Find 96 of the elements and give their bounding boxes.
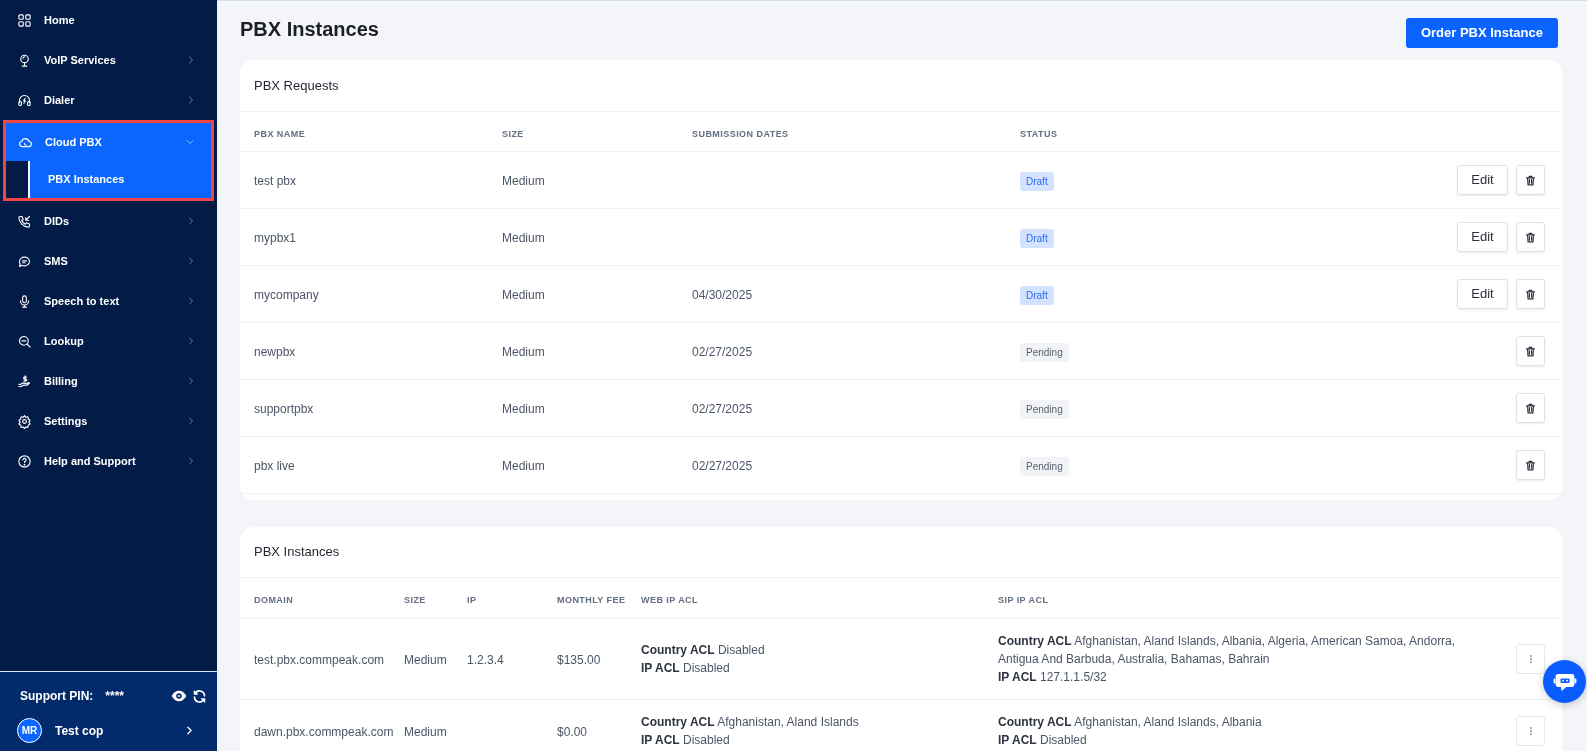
order-pbx-button[interactable]: Order PBX Instance [1405, 18, 1558, 48]
sidebar-item[interactable]: Settings [0, 401, 217, 441]
sidebar-subitem[interactable]: PBX Instances [28, 161, 211, 198]
sidebar-item[interactable]: Billing [0, 361, 217, 401]
sidebar-item[interactable]: VoIP Services [0, 40, 217, 80]
edit-button[interactable]: Edit [1457, 279, 1508, 309]
lightbulb-icon [17, 52, 32, 68]
status-badge: Pending [1020, 343, 1069, 362]
date-cell: 02/27/2025 [692, 402, 753, 416]
sidebar-item[interactable]: Cloud PBX [6, 123, 211, 161]
size-cell: Medium [502, 231, 545, 245]
monthly-fee-cell: $0.00 [557, 725, 588, 739]
refresh-pin-button[interactable] [192, 688, 207, 704]
show-pin-button[interactable] [171, 688, 187, 704]
date-cell: 02/27/2025 [692, 459, 753, 473]
delete-button[interactable] [1516, 222, 1545, 252]
acl-entry: IP ACL Disabled [998, 732, 1088, 749]
trash-icon [1524, 230, 1537, 244]
trash-icon [1524, 344, 1537, 358]
sidebar-item[interactable]: Lookup [0, 321, 217, 361]
column-header: SUBMISSION DATES [692, 128, 789, 139]
pbx-name-cell: test pbx [254, 174, 297, 188]
sidebar-item[interactable]: Home [0, 0, 217, 40]
delete-button[interactable] [1516, 165, 1545, 195]
size-cell: Medium [404, 725, 447, 739]
domain-cell: dawn.pbx.commpeak.com [254, 725, 394, 739]
user-name: Test cop [55, 722, 104, 740]
ip-cell: 1.2.3.4 [467, 653, 504, 667]
pbx-name-cell: mycompany [254, 288, 319, 302]
column-header: WEB IP ACL [641, 595, 698, 605]
support-pin-label: Support PIN: [20, 688, 94, 705]
column-header: MONTHLY FEE [557, 595, 626, 605]
grid-icon [17, 12, 32, 28]
size-cell: Medium [502, 345, 545, 359]
trash-icon [1524, 173, 1537, 187]
size-cell: Medium [502, 459, 545, 473]
delete-button[interactable] [1516, 336, 1545, 366]
refresh-icon [192, 688, 207, 704]
sidebar-item[interactable]: Dialer [0, 80, 217, 120]
domain-cell: test.pbx.commpeak.com [254, 653, 385, 667]
card-title: PBX Instances [254, 543, 340, 562]
hand-dollar-icon [17, 373, 32, 389]
column-header: SIP IP ACL [998, 595, 1049, 605]
trash-icon [1524, 458, 1537, 472]
status-badge: Pending [1020, 457, 1069, 476]
delete-button[interactable] [1516, 450, 1545, 480]
column-header: SIZE [404, 595, 426, 605]
support-pin-value: **** [105, 688, 124, 705]
size-cell: Medium [502, 174, 545, 188]
column-header: PBX NAME [254, 128, 306, 139]
sidebar-item[interactable]: Speech to text [0, 281, 217, 321]
edit-button[interactable]: Edit [1457, 165, 1508, 195]
pbx-name-cell: supportpbx [254, 402, 314, 416]
column-header: DOMAIN [254, 595, 294, 605]
eye-icon [171, 688, 187, 704]
card-title: PBX Requests [254, 76, 339, 95]
trash-icon [1524, 401, 1537, 415]
pbx-name-cell: newpbx [254, 345, 296, 359]
column-header: SIZE [502, 128, 524, 139]
status-badge: Draft [1020, 229, 1054, 248]
sidebar-item[interactable]: DIDs [0, 201, 217, 241]
help-icon [17, 453, 32, 469]
trash-icon [1524, 287, 1537, 301]
delete-button[interactable] [1516, 279, 1545, 309]
acl-entry: IP ACL Disabled [641, 660, 731, 677]
pbx-name-cell: pbx live [254, 459, 295, 473]
search-icon [17, 333, 32, 349]
microphone-icon [17, 293, 32, 309]
settings-icon [17, 413, 32, 429]
column-header: STATUS [1020, 128, 1058, 139]
sidebar-item[interactable]: SMS [0, 241, 217, 281]
acl-entry: Country ACL Afghanistan, Aland Islands, Albania, Algeria, American Samoa, Andorra, Antigua And Barbuda, Australia, Bahamas, Bahrain [998, 633, 1457, 668]
acl-entry: Country ACL Disabled [641, 642, 766, 659]
date-cell: 02/27/2025 [692, 345, 753, 359]
status-badge: Draft [1020, 172, 1054, 191]
sidebar-item[interactable]: Help and Support [0, 441, 217, 481]
acl-entry: Country ACL Afghanistan, Aland Islands [641, 714, 860, 731]
size-cell: Medium [502, 402, 545, 416]
acl-entry: IP ACL 127.1.1.5/32 [998, 669, 1108, 686]
chat-bubble-icon [17, 253, 32, 269]
phone-incoming-icon [17, 213, 32, 229]
acl-entry: Country ACL Afghanistan, Aland Islands, Albania [998, 714, 1263, 731]
user-avatar: MR [17, 718, 42, 743]
pbx-name-cell: mypbx1 [254, 231, 297, 245]
delete-button[interactable] [1516, 393, 1545, 423]
size-cell: Medium [502, 288, 545, 302]
acl-entry: IP ACL Disabled [641, 732, 731, 749]
status-badge: Draft [1020, 286, 1054, 305]
page-title: PBX Instances [240, 17, 379, 41]
headset-icon [17, 92, 32, 108]
edit-button[interactable]: Edit [1457, 222, 1508, 252]
date-cell: 04/30/2025 [692, 288, 753, 302]
column-header: IP [467, 595, 477, 605]
size-cell: Medium [404, 653, 447, 667]
status-badge: Pending [1020, 400, 1069, 419]
monthly-fee-cell: $135.00 [557, 653, 601, 667]
